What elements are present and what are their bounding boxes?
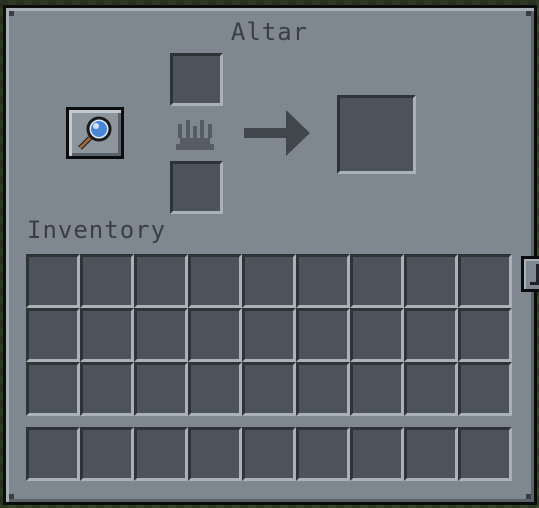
- inventory-slot[interactable]: [188, 362, 242, 416]
- hotbar-slot[interactable]: [134, 427, 188, 481]
- inventory-slot[interactable]: [296, 362, 350, 416]
- hotbar-slot[interactable]: [296, 427, 350, 481]
- inventory-slot[interactable]: [458, 254, 512, 308]
- inventory-slot[interactable]: [404, 308, 458, 362]
- hotbar-slot[interactable]: [350, 427, 404, 481]
- magnifying-glass-icon: [78, 116, 112, 150]
- corner-rivet: [9, 494, 14, 499]
- inventory-slot[interactable]: [350, 254, 404, 308]
- recipe-book-icon: [530, 264, 539, 285]
- inventory-slot[interactable]: [458, 362, 512, 416]
- inventory-slot[interactable]: [26, 254, 80, 308]
- side-tab[interactable]: [521, 256, 539, 292]
- altar-icon: [176, 120, 214, 150]
- hotbar-slot[interactable]: [242, 427, 296, 481]
- altar-output-slot[interactable]: [337, 95, 416, 174]
- inventory-slot[interactable]: [458, 308, 512, 362]
- hotbar-slot[interactable]: [26, 427, 80, 481]
- hotbar-slot[interactable]: [188, 427, 242, 481]
- inventory-slot[interactable]: [242, 254, 296, 308]
- corner-rivet: [526, 494, 531, 499]
- inventory-slot[interactable]: [404, 254, 458, 308]
- inventory-slot[interactable]: [350, 308, 404, 362]
- inventory-slot[interactable]: [296, 254, 350, 308]
- inventory-slot[interactable]: [26, 308, 80, 362]
- inventory-slot[interactable]: [404, 362, 458, 416]
- inventory-slot[interactable]: [80, 254, 134, 308]
- inventory-slot[interactable]: [134, 308, 188, 362]
- corner-rivet: [9, 11, 14, 16]
- hotbar-slot[interactable]: [80, 427, 134, 481]
- inventory-slot[interactable]: [134, 254, 188, 308]
- inventory-slot[interactable]: [134, 362, 188, 416]
- hotbar-slot[interactable]: [404, 427, 458, 481]
- inventory-slot[interactable]: [350, 362, 404, 416]
- inventory-label: Inventory: [27, 216, 167, 244]
- altar-input-bottom-slot[interactable]: [170, 161, 223, 214]
- inventory-slot[interactable]: [80, 308, 134, 362]
- inventory-slot[interactable]: [242, 362, 296, 416]
- inventory-slot[interactable]: [242, 308, 296, 362]
- inventory-slot[interactable]: [26, 362, 80, 416]
- inventory-slot[interactable]: [188, 254, 242, 308]
- arrow-right-icon: [244, 110, 310, 156]
- corner-rivet: [526, 11, 531, 16]
- tool-slot[interactable]: [66, 107, 124, 159]
- inventory-slot[interactable]: [296, 308, 350, 362]
- altar-input-top-slot[interactable]: [170, 53, 223, 106]
- hotbar-slot[interactable]: [458, 427, 512, 481]
- inventory-slot[interactable]: [80, 362, 134, 416]
- inventory-slot[interactable]: [188, 308, 242, 362]
- window-title: Altar: [230, 18, 309, 46]
